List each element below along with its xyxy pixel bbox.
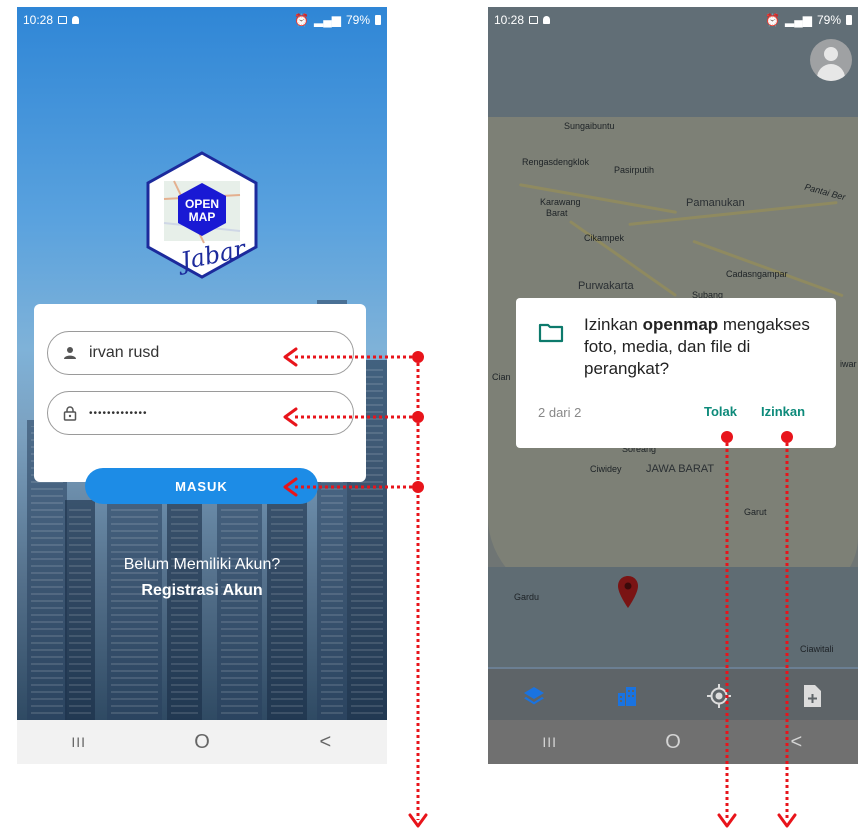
image-icon (58, 16, 68, 24)
notification-icon (543, 16, 551, 24)
status-time: 10:28 (494, 13, 525, 27)
signal-icon: ▂▄▆ (785, 13, 812, 27)
signal-icon: ▂▄▆ (314, 13, 341, 27)
annotation-dot (412, 411, 424, 423)
arrowhead-down (408, 813, 428, 828)
battery-level: 79% (345, 13, 370, 27)
status-bar: 10:28 ⏰ ▂▄▆ 79% (488, 7, 858, 33)
annotation-dot (412, 351, 424, 363)
arrowhead-left (283, 407, 298, 427)
annotation-dot (781, 431, 793, 443)
image-icon (529, 16, 539, 24)
alarm-icon: ⏰ (294, 13, 309, 27)
status-bar: 10:28 ⏰ ▂▄▆ 79% (17, 7, 387, 33)
annotation-dot (721, 431, 733, 443)
annotation-dot (412, 481, 424, 493)
battery-icon (846, 15, 852, 25)
battery-icon (375, 15, 381, 25)
status-time: 10:28 (23, 13, 54, 27)
annotation-overlay (283, 347, 797, 828)
arrowhead-left (283, 477, 298, 497)
battery-level: 79% (816, 13, 841, 27)
alarm-icon: ⏰ (765, 13, 780, 27)
notification-icon (72, 16, 80, 24)
arrowhead-left (283, 347, 298, 367)
